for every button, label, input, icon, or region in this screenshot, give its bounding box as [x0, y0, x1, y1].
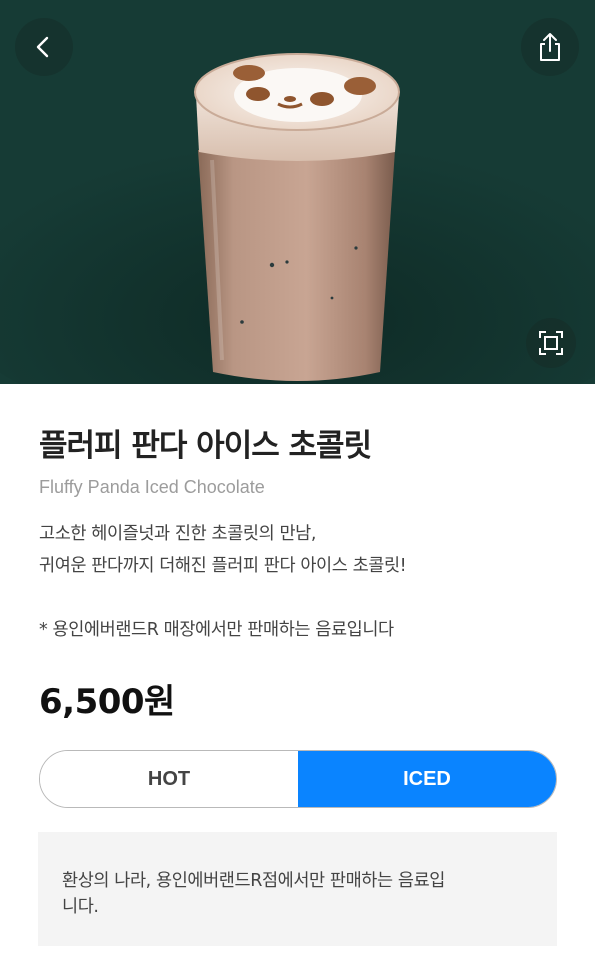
- back-button[interactable]: [15, 18, 73, 76]
- iced-option-button[interactable]: ICED: [298, 751, 556, 807]
- info-box: 환상의 나라, 용인에버랜드R점에서만 판매하는 음료입 니다.: [38, 832, 557, 946]
- description-line: 고소한 헤이즐넛과 진한 초콜릿의 만남,: [39, 524, 317, 544]
- temperature-toggle: HOT ICED: [39, 750, 557, 808]
- share-icon: [540, 33, 560, 61]
- product-hero: [0, 0, 595, 384]
- product-price: 6,500원: [39, 682, 175, 722]
- product-description: 고소한 헤이즐넛과 진한 초콜릿의 만남, 귀여운 판다까지 더해진 플러피 판…: [39, 518, 407, 582]
- info-line: 환상의 나라, 용인에버랜드R점에서만 판매하는 음료입: [62, 871, 445, 891]
- info-text: 환상의 나라, 용인에버랜드R점에서만 판매하는 음료입 니다.: [62, 868, 517, 920]
- fullscreen-button[interactable]: [526, 318, 576, 368]
- chevron-left-icon: [36, 36, 49, 58]
- product-title: 플러피 판다 아이스 초콜릿: [39, 428, 372, 464]
- info-line: 니다.: [62, 897, 99, 917]
- hot-option-button[interactable]: HOT: [40, 751, 298, 807]
- description-line: 귀여운 판다까지 더해진 플러피 판다 아이스 초콜릿!: [39, 556, 407, 576]
- availability-note: * 용인에버랜드R 매장에서만 판매하는 음료입니다: [39, 620, 394, 640]
- fullscreen-icon: [539, 331, 563, 355]
- product-image: [194, 53, 400, 381]
- product-english-name: Fluffy Panda Iced Chocolate: [39, 477, 265, 497]
- share-button[interactable]: [521, 18, 579, 76]
